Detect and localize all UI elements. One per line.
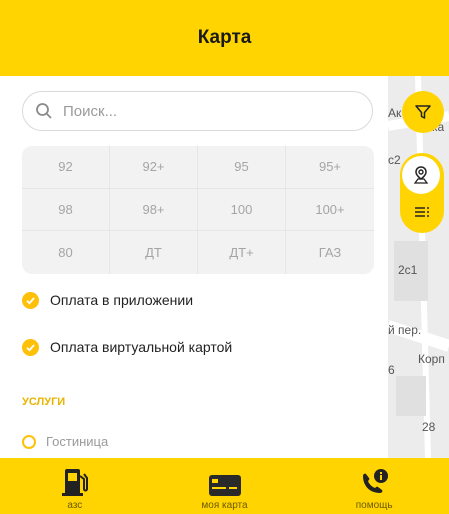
payment-in-app-option[interactable]: Оплата в приложении — [22, 289, 193, 311]
services-section-title: УСЛУГИ — [22, 396, 66, 408]
map-label: с2 — [388, 153, 401, 167]
search-input[interactable] — [61, 101, 345, 121]
checkbox-unchecked[interactable] — [22, 434, 36, 449]
bottom-tab-bar: азс моя карта помощь — [0, 458, 449, 514]
page-title: Карта — [197, 27, 252, 48]
service-hotel-option[interactable]: Гостиница — [22, 434, 108, 449]
checkbox-label: Оплата в приложении — [50, 292, 194, 308]
fuel-option-gas[interactable]: ГАЗ — [286, 231, 374, 274]
filter-panel: 92 92+ 95 95+ 98 98+ 100 100+ 80 ДТ ДТ+ … — [0, 76, 388, 458]
fuel-option-dt[interactable]: ДТ — [110, 231, 198, 274]
fuel-option-98plus[interactable]: 98+ — [110, 188, 198, 232]
map-label: й пер. — [388, 323, 422, 337]
search-icon — [36, 103, 52, 119]
tab-label: азс — [67, 500, 83, 511]
checkbox-checked[interactable] — [22, 291, 39, 309]
filter-icon — [415, 105, 431, 119]
fuel-option-98[interactable]: 98 — [22, 188, 110, 232]
list-view-button[interactable] — [403, 198, 441, 228]
map-label: Ак — [388, 106, 402, 120]
fuel-option-80[interactable]: 80 — [22, 231, 110, 274]
fuel-option-95[interactable]: 95 — [198, 146, 286, 189]
map-label: 2с1 — [398, 263, 418, 277]
fuel-option-95plus[interactable]: 95+ — [286, 146, 374, 189]
fuel-option-dtplus[interactable]: ДТ+ — [198, 231, 286, 274]
fuel-option-100[interactable]: 100 — [198, 188, 286, 232]
card-icon — [208, 475, 241, 496]
search-box[interactable] — [22, 91, 373, 131]
check-icon — [26, 343, 35, 352]
checkbox-label: Оплата виртуальной картой — [50, 339, 233, 355]
tab-label: помощь — [355, 500, 393, 511]
map-tools-panel — [400, 153, 444, 233]
check-icon — [26, 296, 35, 305]
fuel-option-92[interactable]: 92 — [22, 146, 110, 189]
app-header: Карта — [0, 0, 449, 76]
fuel-pump-icon — [61, 469, 88, 496]
tab-label: моя карта — [201, 500, 248, 511]
location-pin-icon — [413, 166, 429, 184]
fuel-option-92plus[interactable]: 92+ — [110, 146, 198, 189]
map-label: 6 — [388, 363, 395, 377]
map-label: Корп — [418, 352, 445, 366]
tab-my-card[interactable]: моя карта — [150, 458, 300, 514]
map-label: 28 — [422, 420, 436, 434]
help-phone-icon — [363, 469, 389, 493]
checkbox-checked[interactable] — [22, 338, 39, 356]
payment-virtual-card-option[interactable]: Оплата виртуальной картой — [22, 336, 232, 358]
list-icon — [415, 207, 429, 217]
tab-help[interactable]: помощь — [299, 458, 449, 514]
filter-button[interactable] — [402, 91, 444, 133]
fuel-type-grid: 92 92+ 95 95+ 98 98+ 100 100+ 80 ДТ ДТ+ … — [22, 146, 374, 274]
service-label: Гостиница — [46, 434, 109, 449]
tab-azs[interactable]: азс — [0, 458, 150, 514]
nearby-stations-button[interactable] — [402, 156, 440, 194]
map-view[interactable]: Ак ка с2 2с1 й пер. Корп 6 28 — [388, 76, 449, 458]
fuel-option-100plus[interactable]: 100+ — [286, 189, 374, 232]
